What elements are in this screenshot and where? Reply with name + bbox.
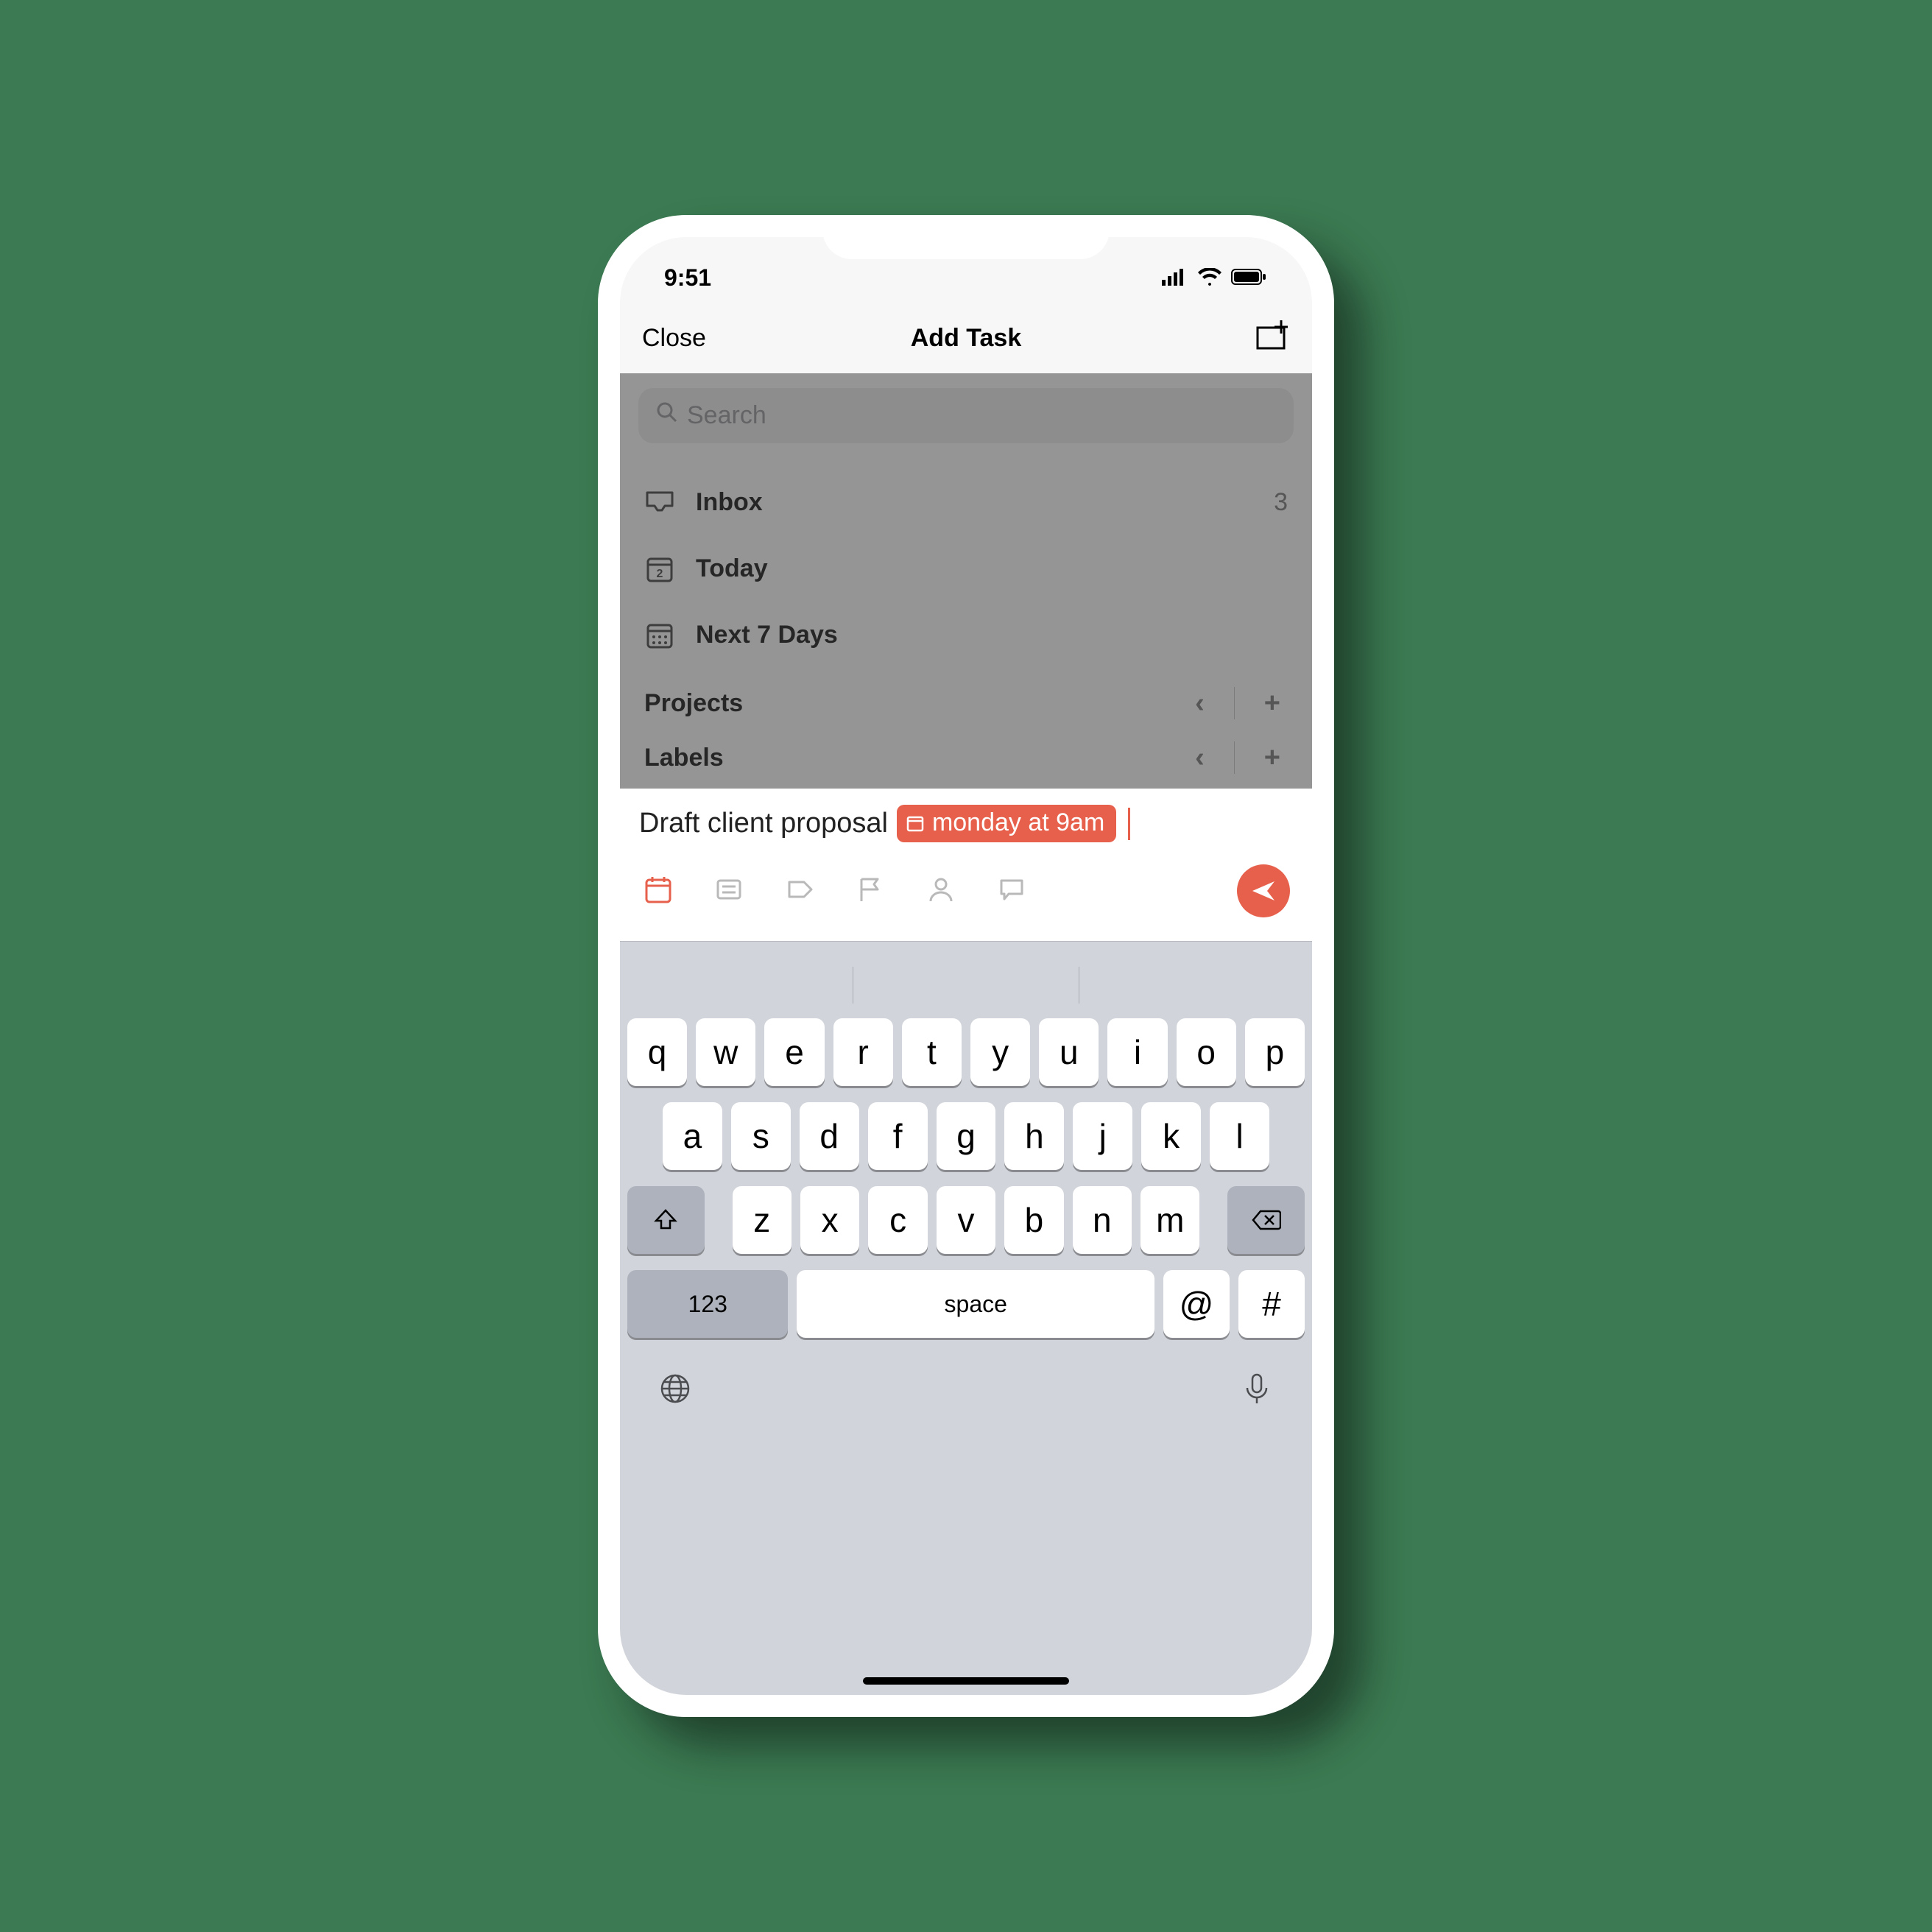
priority-icon[interactable] [854,873,886,909]
calendar-today-icon: 2 [644,553,675,584]
add-project-icon[interactable]: + [1264,688,1280,719]
comment-icon[interactable] [995,873,1028,909]
inbox-row[interactable]: Inbox 3 [638,469,1294,535]
labels-section[interactable]: Labels ‹ + [638,734,1294,789]
quick-add-panel: Draft client proposal monday at 9am [620,789,1312,941]
svg-text:2: 2 [657,568,663,580]
keyboard-footer [627,1354,1305,1411]
key-s[interactable]: s [731,1102,791,1170]
key-q[interactable]: q [627,1018,687,1086]
labels-label: Labels [644,744,724,772]
project-icon[interactable] [713,873,745,909]
mic-icon[interactable] [1238,1370,1275,1411]
close-button[interactable]: Close [642,324,706,353]
nav-bar: Close Add Task [620,303,1312,373]
collapse-icon[interactable]: ‹ [1195,688,1205,719]
key-k[interactable]: k [1141,1102,1201,1170]
key-z[interactable]: z [733,1186,792,1254]
add-above-icon[interactable] [1256,320,1290,356]
today-label: Today [696,554,768,583]
send-button[interactable] [1237,864,1290,917]
next7-row[interactable]: Next 7 Days [638,602,1294,668]
status-time: 9:51 [664,264,711,292]
status-right [1162,264,1268,292]
search-input[interactable]: Search [638,388,1294,443]
projects-section[interactable]: Projects ‹ + [638,668,1294,734]
backspace-key[interactable] [1227,1186,1305,1254]
separator [1234,687,1235,719]
key-h[interactable]: h [1004,1102,1064,1170]
collapse-icon[interactable]: ‹ [1195,742,1205,774]
suggestion-bar [627,952,1305,1018]
key-row-4: 123 space @ # [627,1270,1305,1338]
key-p[interactable]: p [1245,1018,1305,1086]
key-e[interactable]: e [764,1018,824,1086]
inbox-icon [644,487,675,518]
battery-icon [1231,264,1268,292]
space-key[interactable]: space [797,1270,1154,1338]
key-y[interactable]: y [970,1018,1030,1086]
key-row-1: q w e r t y u i o p [627,1018,1305,1086]
key-g[interactable]: g [937,1102,996,1170]
nav-title: Add Task [911,324,1022,353]
key-t[interactable]: t [902,1018,962,1086]
key-w[interactable]: w [696,1018,755,1086]
numbers-key[interactable]: 123 [627,1270,788,1338]
calendar-icon [906,814,925,833]
shift-key[interactable] [627,1186,705,1254]
key-x[interactable]: x [800,1186,859,1254]
date-chip-text: monday at 9am [932,808,1104,837]
projects-label: Projects [644,689,743,718]
background-content: Search Inbox 3 2 Today Next 7 Days [620,373,1312,789]
search-icon [656,401,678,430]
key-b[interactable]: b [1004,1186,1063,1254]
date-chip[interactable]: monday at 9am [897,805,1116,842]
key-l[interactable]: l [1210,1102,1269,1170]
key-r[interactable]: r [833,1018,893,1086]
key-o[interactable]: o [1177,1018,1236,1086]
task-text: Draft client proposal [639,808,888,839]
task-input[interactable]: Draft client proposal monday at 9am [639,805,1293,842]
key-v[interactable]: v [937,1186,995,1254]
at-key[interactable]: @ [1163,1270,1230,1338]
cellular-icon [1162,264,1188,292]
screen: 9:51 Close Add Task [620,237,1312,1695]
key-c[interactable]: c [868,1186,927,1254]
key-u[interactable]: u [1039,1018,1099,1086]
separator [1234,741,1235,774]
inbox-label: Inbox [696,488,763,517]
key-row-2: a s d f g h j k l [627,1102,1305,1170]
text-cursor [1128,808,1130,840]
key-n[interactable]: n [1073,1186,1132,1254]
globe-icon[interactable] [657,1370,694,1411]
add-label-icon[interactable]: + [1264,742,1280,774]
key-a[interactable]: a [663,1102,722,1170]
notch [822,215,1110,259]
wifi-icon [1197,264,1222,292]
hash-key[interactable]: # [1238,1270,1305,1338]
search-placeholder: Search [687,401,766,430]
key-row-3: z x c v b n m [627,1186,1305,1254]
next7-label: Next 7 Days [696,621,838,649]
key-j[interactable]: j [1073,1102,1132,1170]
today-row[interactable]: 2 Today [638,535,1294,602]
assign-icon[interactable] [925,873,957,909]
label-icon[interactable] [783,873,816,909]
key-d[interactable]: d [800,1102,859,1170]
keyboard: q w e r t y u i o p a s d f g h j k l [620,941,1312,1695]
key-i[interactable]: i [1107,1018,1167,1086]
calendar-week-icon [644,619,675,650]
task-toolbar [639,842,1293,932]
home-indicator[interactable] [863,1677,1069,1685]
phone-frame: 9:51 Close Add Task [598,215,1334,1717]
key-f[interactable]: f [868,1102,928,1170]
inbox-count: 3 [1274,488,1288,517]
key-m[interactable]: m [1140,1186,1199,1254]
schedule-icon[interactable] [642,873,674,909]
